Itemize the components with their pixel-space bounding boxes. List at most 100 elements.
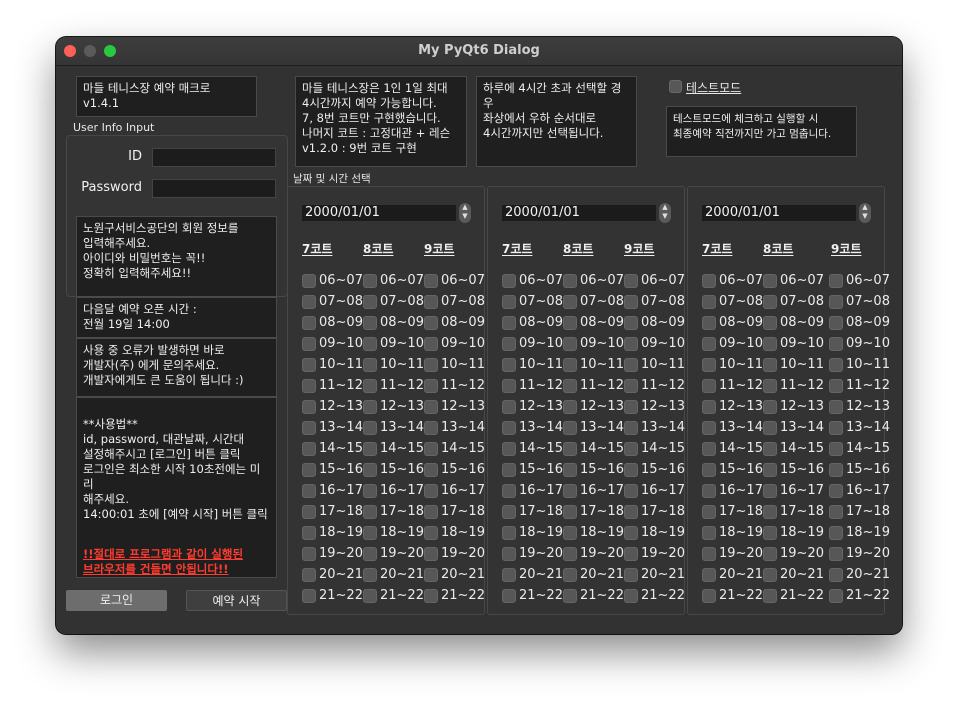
date-input[interactable]: 2000/01/01 [302,205,456,221]
checkbox-box[interactable] [424,295,438,309]
checkbox-box[interactable] [829,547,843,561]
checkbox-box[interactable] [624,484,638,498]
checkbox-box[interactable] [829,484,843,498]
checkbox-box[interactable] [829,337,843,351]
checkbox-box[interactable] [302,463,316,477]
checkbox-box[interactable] [763,316,777,330]
checkbox-box[interactable] [624,526,638,540]
checkbox-box[interactable] [563,442,577,456]
checkbox-box[interactable] [363,400,377,414]
checkbox-box[interactable] [302,547,316,561]
chevron-up-icon[interactable]: ▲ [659,203,671,212]
checkbox-box[interactable] [363,316,377,330]
checkbox-box[interactable] [702,274,716,288]
checkbox-box[interactable] [363,526,377,540]
checkbox-box[interactable] [302,421,316,435]
checkbox-box[interactable] [702,484,716,498]
checkbox-box[interactable] [424,442,438,456]
checkbox-box[interactable] [302,274,316,288]
checkbox-box[interactable] [302,337,316,351]
chevron-up-icon[interactable]: ▲ [859,203,871,212]
checkbox-box[interactable] [563,484,577,498]
checkbox-box[interactable] [829,589,843,603]
checkbox-box[interactable] [829,274,843,288]
checkbox-box[interactable] [763,547,777,561]
checkbox-box[interactable] [502,505,516,519]
checkbox-box[interactable] [829,463,843,477]
checkbox-box[interactable] [763,274,777,288]
checkbox-box[interactable] [702,400,716,414]
checkbox-box[interactable] [829,526,843,540]
checkbox-box[interactable] [829,421,843,435]
checkbox-box[interactable] [763,589,777,603]
checkbox-box[interactable] [302,589,316,603]
checkbox-box[interactable] [563,421,577,435]
checkbox-box[interactable] [624,295,638,309]
checkbox-box[interactable] [424,400,438,414]
id-input[interactable] [152,148,276,167]
checkbox-box[interactable] [702,505,716,519]
checkbox-box[interactable] [363,589,377,603]
checkbox-box[interactable] [302,505,316,519]
checkbox-box[interactable] [424,547,438,561]
checkbox-box[interactable] [424,358,438,372]
checkbox-box[interactable] [424,316,438,330]
checkbox-box[interactable] [502,463,516,477]
checkbox-box[interactable] [702,589,716,603]
checkbox-box[interactable] [763,463,777,477]
checkbox-box[interactable] [624,337,638,351]
reservation-start-button[interactable]: 예약 시작 [186,590,287,611]
checkbox-box[interactable] [624,442,638,456]
checkbox-box[interactable] [424,421,438,435]
checkbox-box[interactable] [763,442,777,456]
checkbox-box[interactable] [302,484,316,498]
checkbox-box[interactable] [624,316,638,330]
checkbox-box[interactable] [302,358,316,372]
checkbox-box[interactable] [702,337,716,351]
checkbox-box[interactable] [502,547,516,561]
checkbox-box[interactable] [424,463,438,477]
checkbox-box[interactable] [763,484,777,498]
checkbox-box[interactable] [563,568,577,582]
checkbox-box[interactable] [563,274,577,288]
checkbox-box[interactable] [763,505,777,519]
checkbox-box[interactable] [829,568,843,582]
checkbox-box[interactable] [763,358,777,372]
checkbox-box[interactable] [502,400,516,414]
checkbox-box[interactable] [702,358,716,372]
checkbox-box[interactable] [363,442,377,456]
checkbox-box[interactable] [302,316,316,330]
checkbox-box[interactable] [763,400,777,414]
checkbox-box[interactable] [502,484,516,498]
checkbox-box[interactable] [502,358,516,372]
chevron-down-icon[interactable]: ▼ [859,212,871,221]
checkbox-box[interactable] [363,421,377,435]
checkbox-box[interactable] [363,505,377,519]
checkbox-box[interactable] [763,337,777,351]
checkbox-box[interactable] [363,463,377,477]
checkbox-box[interactable] [702,526,716,540]
checkbox-box[interactable] [502,589,516,603]
checkbox-box[interactable] [702,568,716,582]
checkbox-box[interactable] [302,379,316,393]
checkbox-box[interactable] [829,316,843,330]
checkbox-box[interactable] [424,274,438,288]
checkbox-box[interactable] [702,379,716,393]
checkbox-box[interactable] [424,589,438,603]
checkbox-box[interactable] [302,568,316,582]
checkbox-box[interactable] [502,421,516,435]
checkbox-box[interactable] [829,442,843,456]
checkbox-box[interactable] [763,379,777,393]
checkbox-box[interactable] [563,316,577,330]
checkbox-box[interactable] [563,463,577,477]
checkbox-box[interactable] [302,526,316,540]
checkbox-box[interactable] [502,337,516,351]
checkbox-box[interactable] [563,379,577,393]
date-spinner[interactable]: ▲ ▼ [659,203,671,223]
checkbox-box[interactable] [424,484,438,498]
checkbox-box[interactable] [624,568,638,582]
checkbox-box[interactable] [363,547,377,561]
checkbox-box[interactable] [763,421,777,435]
checkbox-box[interactable] [829,379,843,393]
chevron-down-icon[interactable]: ▼ [659,212,671,221]
